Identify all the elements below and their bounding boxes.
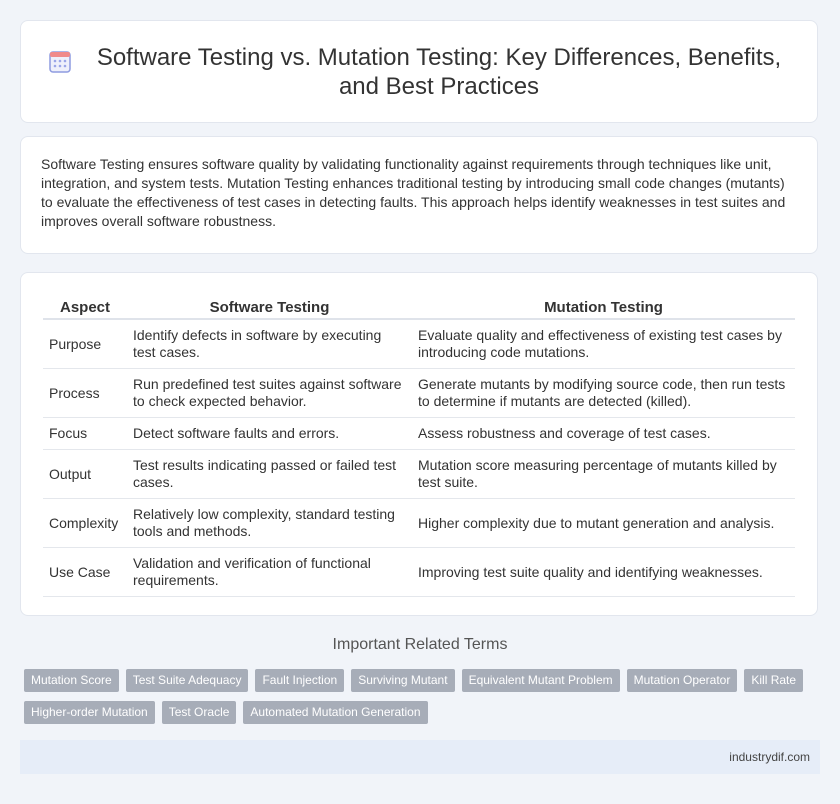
software-testing-cell: Run predefined test suites against softw…	[127, 369, 412, 418]
mutation-testing-cell: Evaluate quality and effectiveness of ex…	[412, 320, 795, 369]
term-tag[interactable]: Surviving Mutant	[351, 669, 455, 692]
intro-card: Software Testing ensures software qualit…	[20, 136, 818, 254]
aspect-cell: Use Case	[43, 548, 127, 597]
page-title: Software Testing vs. Mutation Testing: K…	[96, 43, 782, 100]
comparison-card: Aspect Software Testing Mutation Testing…	[20, 272, 818, 616]
header-aspect: Aspect	[43, 295, 127, 320]
mutation-testing-cell: Improving test suite quality and identif…	[412, 548, 795, 597]
aspect-cell: Output	[43, 450, 127, 499]
table-row: Output Test results indicating passed or…	[43, 450, 795, 499]
term-tag[interactable]: Equivalent Mutant Problem	[461, 669, 620, 692]
aspect-cell: Complexity	[43, 499, 127, 548]
software-testing-cell: Test results indicating passed or failed…	[127, 450, 412, 499]
table-row: Purpose Identify defects in software by …	[43, 320, 795, 369]
term-tag[interactable]: Fault Injection	[255, 669, 345, 692]
comparison-table: Aspect Software Testing Mutation Testing…	[43, 295, 795, 597]
aspect-cell: Focus	[43, 418, 127, 450]
term-tag[interactable]: Kill Rate	[744, 669, 804, 692]
header-software-testing: Software Testing	[127, 295, 412, 320]
related-terms-list: Mutation Score Test Suite Adequacy Fault…	[24, 669, 824, 724]
term-tag[interactable]: Automated Mutation Generation	[243, 701, 428, 724]
header-mutation-testing: Mutation Testing	[412, 295, 795, 320]
aspect-cell: Process	[43, 369, 127, 418]
mutation-testing-cell: Assess robustness and coverage of test c…	[412, 418, 795, 450]
aspect-cell: Purpose	[43, 320, 127, 369]
software-testing-cell: Detect software faults and errors.	[127, 418, 412, 450]
table-header-row: Aspect Software Testing Mutation Testing	[43, 295, 795, 320]
table-row: Process Run predefined test suites again…	[43, 369, 795, 418]
mutation-testing-cell: Higher complexity due to mutant generati…	[412, 499, 795, 548]
software-testing-cell: Validation and verification of functiona…	[127, 548, 412, 597]
table-row: Focus Detect software faults and errors.…	[43, 418, 795, 450]
term-tag[interactable]: Higher-order Mutation	[24, 701, 155, 724]
term-tag[interactable]: Mutation Score	[24, 669, 119, 692]
term-tag[interactable]: Mutation Operator	[626, 669, 738, 692]
mutation-testing-cell: Generate mutants by modifying source cod…	[412, 369, 795, 418]
term-tag[interactable]: Test Oracle	[161, 701, 237, 724]
mutation-testing-cell: Mutation score measuring percentage of m…	[412, 450, 795, 499]
software-testing-cell: Identify defects in software by executin…	[127, 320, 412, 369]
table-row: Use Case Validation and verification of …	[43, 548, 795, 597]
footer: industrydif.com	[20, 740, 820, 774]
intro-text: Software Testing ensures software qualit…	[41, 156, 786, 229]
header-card: Software Testing vs. Mutation Testing: K…	[20, 20, 818, 123]
table-row: Complexity Relatively low complexity, st…	[43, 499, 795, 548]
calendar-icon	[49, 49, 71, 73]
related-terms-title: Important Related Terms	[332, 636, 508, 653]
software-testing-cell: Relatively low complexity, standard test…	[127, 499, 412, 548]
term-tag[interactable]: Test Suite Adequacy	[125, 669, 249, 692]
footer-site-link[interactable]: industrydif.com	[729, 750, 810, 764]
